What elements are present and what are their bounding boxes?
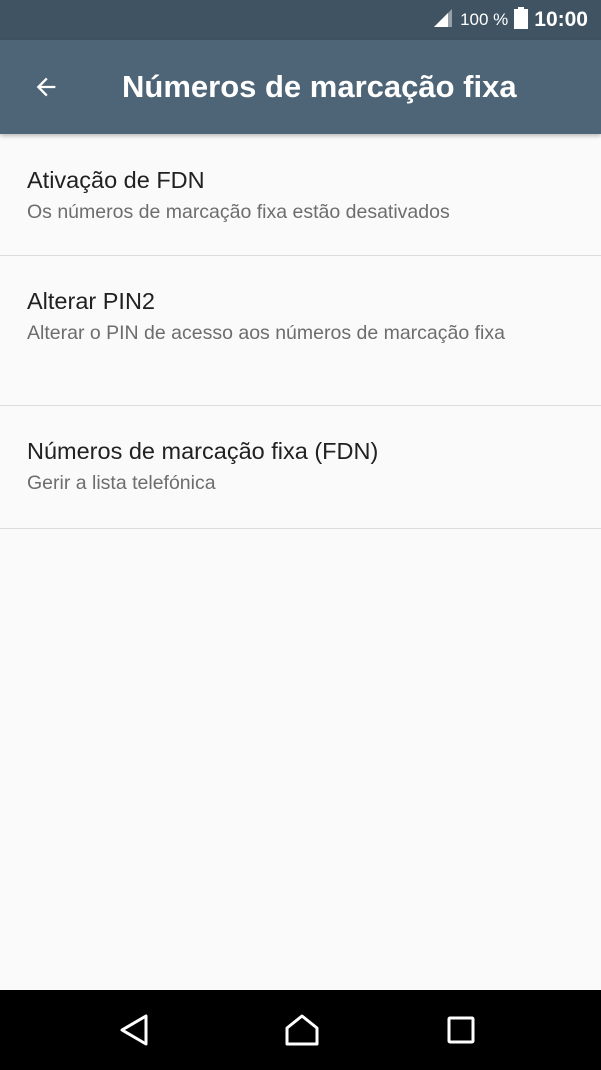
- setting-summary: Alterar o PIN de acesso aos números de m…: [27, 322, 505, 344]
- status-indicators: 100 % 10:00: [432, 0, 588, 40]
- setting-summary: Gerir a lista telefónica: [27, 472, 216, 494]
- arrow-left-icon: [36, 77, 56, 97]
- nav-back-icon: [120, 1014, 148, 1046]
- signal-icon: [432, 7, 460, 33]
- settings-list: Ativação de FDN Os números de marcação f…: [0, 134, 601, 529]
- navigation-bar: [0, 990, 601, 1070]
- nav-recents-icon: [447, 1016, 475, 1044]
- status-clock: 10:00: [534, 8, 588, 31]
- setting-fdn-list[interactable]: Números de marcação fixa (FDN) Gerir a l…: [0, 406, 601, 529]
- setting-title: Alterar PIN2: [27, 288, 155, 314]
- battery-percent: 100 %: [460, 10, 509, 29]
- setting-summary: Os números de marcação fixa estão desati…: [27, 201, 450, 223]
- setting-title: Números de marcação fixa (FDN): [27, 438, 379, 464]
- nav-recents-button[interactable]: [435, 1004, 487, 1056]
- page-title: Números de marcação fixa: [122, 69, 517, 104]
- app-bar: Números de marcação fixa: [0, 40, 601, 134]
- nav-home-icon: [285, 1014, 319, 1046]
- setting-title: Ativação de FDN: [27, 167, 205, 193]
- nav-home-button[interactable]: [276, 1004, 328, 1056]
- nav-back-button[interactable]: [108, 1004, 160, 1056]
- setting-change-pin2[interactable]: Alterar PIN2 Alterar o PIN de acesso aos…: [0, 256, 601, 406]
- status-bar: 100 % 10:00: [0, 0, 601, 40]
- setting-fdn-activation[interactable]: Ativação de FDN Os números de marcação f…: [0, 134, 601, 256]
- battery-icon: [514, 7, 534, 33]
- back-button[interactable]: [18, 63, 74, 111]
